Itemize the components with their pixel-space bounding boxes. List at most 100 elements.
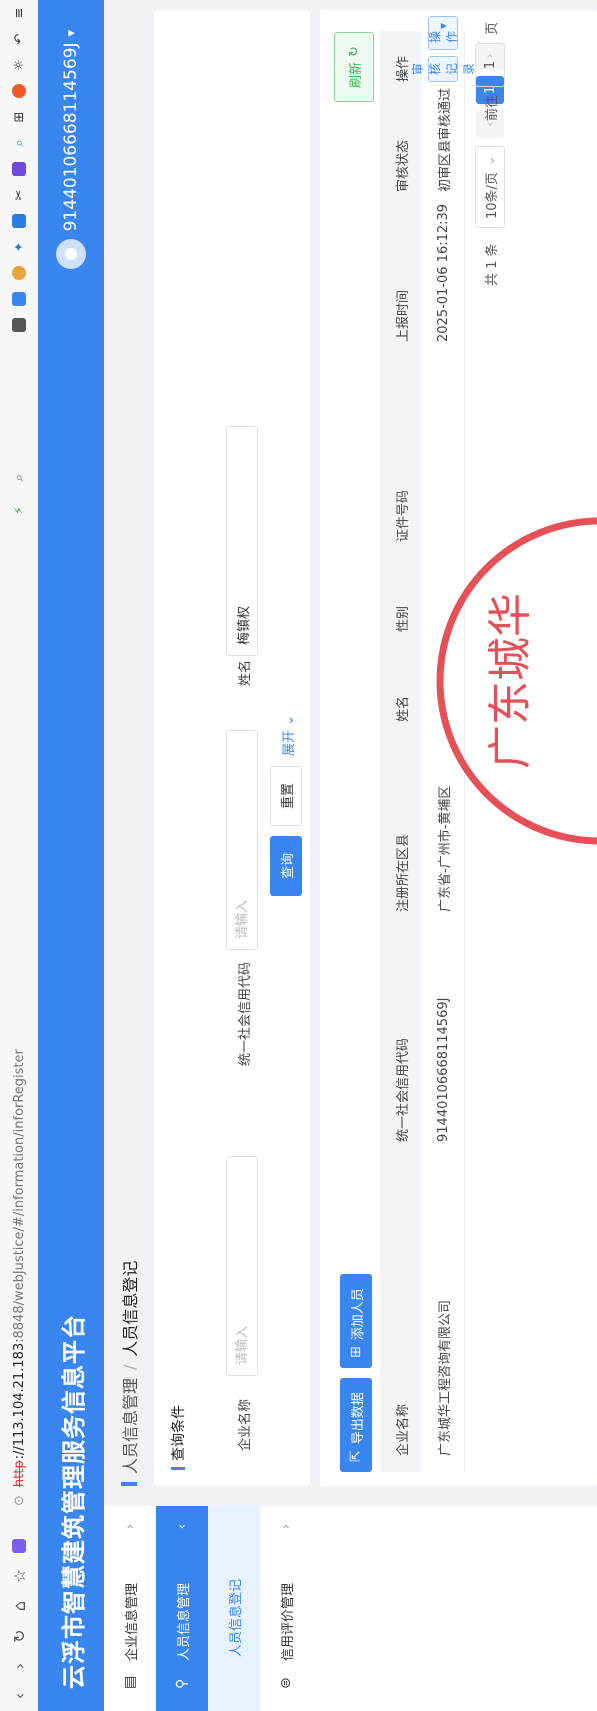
book-icon[interactable]	[0, 312, 38, 338]
mail-icon[interactable]	[0, 208, 38, 234]
column-header: 注册所在区县	[395, 833, 411, 912]
sidebar-item-label: 企业信息管理	[124, 1582, 140, 1661]
undo-icon[interactable]: ↶	[0, 26, 38, 52]
company-input[interactable]	[226, 1156, 258, 1376]
sidebar-item-personnel[interactable]: ⚲ 人员信息管理 ‹	[156, 1506, 208, 1711]
app-title: 云浮市智慧建筑管理服务信息平台	[59, 1314, 88, 1689]
translate-icon[interactable]	[0, 156, 38, 182]
operations-button[interactable]: 操作 ▾	[428, 15, 459, 50]
brightness-icon[interactable]: ☼	[0, 52, 38, 78]
building-icon: ▤	[122, 1675, 138, 1689]
chevron-down-icon: ⌄	[482, 155, 498, 167]
audit-record-button[interactable]: 审核记录	[411, 55, 476, 82]
cell-status: 初审区县审核通过	[437, 87, 453, 192]
screen: ‹ › ↻ ⌂ ☆ ⊙ http://113.104.21.183:8848/w…	[0, 0, 597, 1711]
query-title-marker	[171, 1467, 185, 1470]
goto-input[interactable]: 1	[475, 42, 505, 87]
refresh-label: 刷新	[348, 61, 364, 88]
table-card: ⇱ 导出数据 ⊞ 添加人员 刷新 ↻ 企业名称 统一社会信用代码 注册所在区县 …	[320, 10, 597, 1486]
column-header: 性别	[395, 605, 411, 632]
table-row[interactable]: 广东城华工程咨询有限公司 91440106668114569J 广东省-广州市-…	[411, 15, 476, 1472]
sidebar-item-credit[interactable]: ⊜ 信用评价管理 ›	[260, 1506, 312, 1711]
menu-icon[interactable]: ≡	[0, 0, 38, 26]
ai-icon[interactable]	[0, 1531, 38, 1561]
breadcrumb: 人员信息管理 / 人员信息登记	[104, 1261, 154, 1486]
credit-icon: ⊜	[278, 1677, 294, 1689]
goto-page-area: 前往 1 页	[460, 22, 520, 121]
table-header: 企业名称 统一社会信用代码 注册所在区县 姓名 性别 证件号码 上报时间 审核状…	[380, 31, 422, 1472]
total-count: 共 1 条	[484, 243, 500, 286]
refresh-button[interactable]: 刷新 ↻	[334, 32, 374, 102]
star-icon[interactable]: ☆	[0, 1561, 38, 1591]
caret-down-icon: ▾	[436, 22, 450, 29]
breadcrumb-marker	[121, 1482, 137, 1486]
credit-code-input[interactable]	[226, 730, 258, 950]
scissors-icon[interactable]: ✂	[0, 182, 38, 208]
grid-icon[interactable]: ⊞	[0, 104, 38, 130]
cell-credit-code: 91440106668114569J	[435, 997, 451, 1142]
reload-icon[interactable]: ↻	[0, 1621, 38, 1651]
extension-bar: ✦ ✂ ⌕ ⊞ ☼ ↶ ≡	[0, 0, 38, 338]
url-scheme: http	[11, 1460, 27, 1488]
bird-icon[interactable]: ✦	[0, 234, 38, 260]
expand-label: 展开	[282, 729, 297, 756]
goto-label: 前往	[484, 94, 500, 121]
sidebar-item-label: 信用评价管理	[280, 1582, 296, 1661]
sidebar: ▤ 企业信息管理 › ⚲ 人员信息管理 ‹ 人员信息登记 ⊜ 信用评价管理 ›	[104, 1506, 597, 1711]
lock-icon: ⊙	[11, 1495, 27, 1506]
export-icon: ⇱	[348, 1450, 364, 1462]
cell-actions: 审核记录 操作▾	[411, 10, 476, 82]
company-label: 企业名称	[238, 1398, 253, 1451]
sidebar-item-company[interactable]: ▤ 企业信息管理 ›	[104, 1506, 156, 1711]
user-name: 91440106668114569J	[61, 42, 81, 232]
url-path: :8848/webJustice/#/information/inforRegi…	[11, 1049, 27, 1343]
column-header: 统一社会信用代码	[395, 1037, 411, 1142]
person-icon: ⚲	[174, 1678, 190, 1689]
query-title-text: 查询条件	[171, 1405, 187, 1461]
export-label: 导出数据	[350, 1392, 366, 1445]
sidebar-item-label: 人员信息管理	[176, 1582, 192, 1661]
search-ext-icon[interactable]: ⌕	[0, 130, 38, 156]
column-header: 企业名称	[395, 1403, 411, 1456]
sidebar-item-personnel-register[interactable]: 人员信息登记	[208, 1506, 260, 1711]
name-input[interactable]	[226, 426, 258, 656]
column-header: 证件号码	[395, 489, 411, 542]
app-header: 云浮市智慧建筑管理服务信息平台 91440106668114569J ▾	[38, 0, 104, 1711]
cell-company: 广东城华工程咨询有限公司	[437, 1299, 453, 1456]
add-person-button[interactable]: ⊞ 添加人员	[340, 1274, 372, 1368]
search-button[interactable]: 查询	[270, 836, 302, 896]
page-unit-label: 页	[484, 21, 500, 35]
add-person-label: 添加人员	[350, 1288, 366, 1341]
cell-report-time: 2025-01-06 16:12:39	[435, 203, 451, 342]
breadcrumb-separator: /	[119, 1364, 139, 1370]
forward-icon[interactable]: ›	[0, 1651, 38, 1681]
reset-button[interactable]: 重置	[270, 766, 302, 826]
colorful-icon[interactable]	[0, 78, 38, 104]
user-menu[interactable]: 91440106668114569J ▾	[38, 30, 104, 270]
caret-down-icon: ▾	[63, 30, 79, 37]
query-panel: 查询条件 企业名称 统一社会信用代码 姓名 查询 重置 展开 ⌄	[154, 10, 310, 1486]
url-host: ://113.104.21.183	[11, 1342, 27, 1460]
cloud-icon[interactable]	[0, 286, 38, 312]
column-header: 审核状态	[395, 139, 411, 192]
pagination: 共 1 条 10条/页 ⌄ ‹ 1 ›	[460, 10, 520, 1486]
operations-label: 操作	[428, 30, 459, 43]
column-header: 姓名	[395, 695, 411, 722]
lightning-icon[interactable]: ⚡	[12, 506, 27, 515]
browser-icon[interactable]	[0, 260, 38, 286]
address-bar[interactable]: ⊙ http://113.104.21.183:8848/webJustice/…	[6, 466, 32, 1506]
sidebar-item-label: 人员信息登记	[228, 1578, 244, 1657]
name-label: 姓名	[238, 659, 253, 686]
chevron-right-icon: ›	[278, 1524, 294, 1530]
chevron-right-icon: ›	[122, 1524, 138, 1530]
page-size-select[interactable]: 10条/页 ⌄	[460, 146, 520, 228]
chevron-down-icon: ⌄	[282, 714, 297, 726]
breadcrumb-parent[interactable]: 人员信息管理	[117, 1378, 141, 1474]
export-button[interactable]: ⇱ 导出数据	[340, 1378, 372, 1472]
home-icon[interactable]: ⌂	[0, 1591, 38, 1621]
back-icon[interactable]: ‹	[0, 1681, 38, 1711]
expand-link[interactable]: 展开 ⌄	[278, 715, 297, 756]
search-icon[interactable]: ⌕	[12, 474, 27, 481]
browser-toolbar: ‹ › ↻ ⌂ ☆ ⊙ http://113.104.21.183:8848/w…	[0, 0, 39, 1711]
plus-square-icon: ⊞	[348, 1346, 364, 1358]
